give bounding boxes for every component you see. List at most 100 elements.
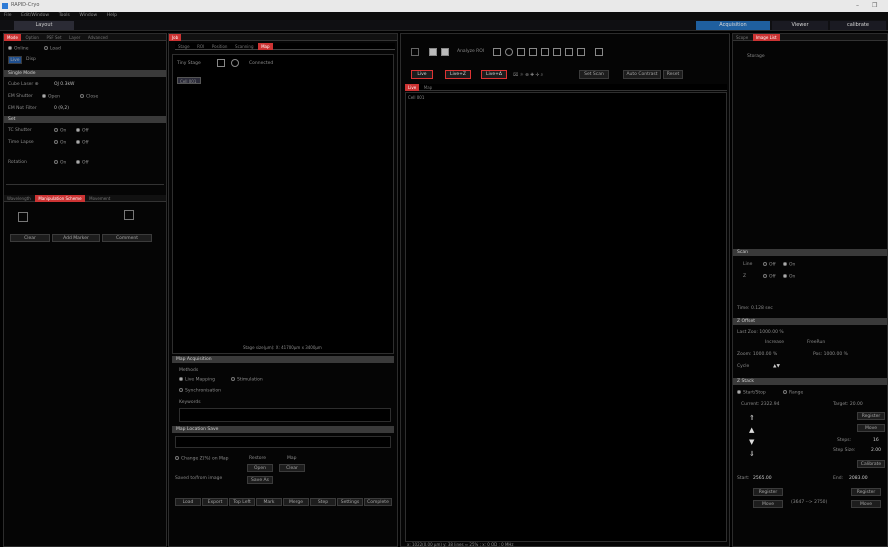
section-z-stack[interactable]: Z Stack — [733, 378, 887, 385]
export-button[interactable]: Export — [202, 498, 228, 506]
end-value[interactable]: 2083.00 — [849, 476, 868, 481]
section-map-acquisition[interactable]: Map Acquisition — [172, 356, 394, 363]
scan-line-off[interactable]: Off — [763, 262, 776, 268]
down-arrow-small-icon[interactable]: ▼ — [749, 438, 754, 446]
rot-off[interactable]: Off — [76, 160, 89, 166]
tab-layer[interactable]: Layer — [66, 34, 83, 41]
change-z-checkbox[interactable]: Change Z(%) on Map — [175, 456, 229, 462]
load-button[interactable]: Load — [175, 498, 201, 506]
start-value[interactable]: 2565.00 — [753, 476, 772, 481]
settings-button[interactable]: Settings — [337, 498, 363, 506]
tab-wavelength[interactable]: Wavelength — [4, 195, 34, 202]
em-radio-close[interactable]: Close — [80, 94, 98, 100]
register-end-button[interactable]: Register — [851, 488, 881, 496]
ellipse-tool-icon[interactable] — [505, 48, 513, 56]
tab-roi[interactable]: ROI — [194, 43, 207, 50]
tc-off[interactable]: Off — [76, 128, 89, 134]
rot-on[interactable]: On — [54, 160, 66, 166]
tl-off[interactable]: Off — [76, 140, 89, 146]
live-button[interactable]: Live — [8, 56, 22, 64]
step-button[interactable]: Step — [310, 498, 336, 506]
register-button[interactable]: Register — [857, 412, 885, 420]
scan-z-off[interactable]: Off — [763, 274, 776, 280]
tab-movement[interactable]: Movement — [86, 195, 113, 202]
em-radio-open[interactable]: Open — [42, 94, 60, 100]
live-delta-btn[interactable]: Live+Δ — [481, 70, 507, 79]
steps-value[interactable]: 16 — [873, 438, 879, 443]
export-icon[interactable] — [124, 210, 134, 220]
tab-position[interactable]: Position — [209, 43, 231, 50]
comment-button[interactable]: Comment — [102, 234, 152, 242]
field-value-cube-laser[interactable]: OJ 0.3kW — [54, 82, 75, 87]
cycle-spinner-icon[interactable]: ▲▼ — [773, 364, 780, 369]
list-head[interactable]: Cell 001 — [177, 77, 201, 84]
step-size-value[interactable]: 2.00 — [871, 448, 881, 453]
tab-layout[interactable]: Layout — [14, 21, 74, 30]
clear-map-button[interactable]: Clear — [279, 464, 305, 472]
refresh-icon[interactable] — [231, 59, 239, 67]
zoom-tool-icon[interactable] — [577, 48, 585, 56]
tab-stage[interactable]: Stage — [175, 43, 193, 50]
top-left-button[interactable]: Top Left — [229, 498, 255, 506]
folder-icon[interactable] — [217, 59, 225, 67]
save-as-button[interactable]: Save As — [247, 476, 273, 484]
calibrate-button[interactable]: Calibrate — [857, 460, 885, 468]
add-icon[interactable] — [18, 212, 28, 222]
location-field[interactable] — [175, 436, 391, 448]
reset-btn[interactable]: Reset — [663, 70, 683, 79]
live-btn[interactable]: Live — [411, 70, 433, 79]
tab-live-view[interactable]: Live — [405, 84, 420, 91]
mode-radio-online[interactable]: Online — [8, 46, 29, 52]
menu-tools[interactable]: Tools — [59, 13, 70, 18]
image-icon[interactable] — [441, 48, 449, 56]
minimize-button[interactable]: – — [856, 2, 859, 9]
tab-job[interactable]: Job — [169, 34, 182, 41]
pos-field[interactable]: Pos: 1000.00 % — [813, 352, 848, 357]
tab-mode[interactable]: Mode — [4, 34, 21, 41]
back-icon[interactable] — [411, 48, 419, 56]
down-arrow-icon[interactable]: ⇓ — [749, 450, 755, 458]
pointer-tool-icon[interactable] — [553, 48, 561, 56]
method-live-mapping[interactable]: Live Mapping — [179, 377, 215, 383]
move-button[interactable]: Move — [857, 424, 885, 432]
grid-icon[interactable] — [429, 48, 437, 56]
mode-range[interactable]: Range — [783, 390, 803, 396]
tab-acquisition[interactable]: Acquisition — [696, 21, 770, 30]
tl-on[interactable]: On — [54, 140, 66, 146]
tab-advanced[interactable]: Advanced — [85, 34, 111, 41]
section-set[interactable]: Set — [4, 116, 166, 123]
move-start-button[interactable]: Move — [753, 500, 783, 508]
map-view[interactable]: Tiny Stage Connected Cell 001 Stage size… — [172, 54, 394, 354]
up-arrow-icon[interactable]: ⇑ — [749, 414, 755, 422]
freehand-tool-icon[interactable] — [529, 48, 537, 56]
add-marker-button[interactable]: Add Marker — [52, 234, 100, 242]
move-end-button[interactable]: Move — [851, 500, 881, 508]
restore-button[interactable]: ❐ — [872, 2, 877, 9]
rect-tool-icon[interactable] — [493, 48, 501, 56]
save-icon[interactable] — [595, 48, 603, 56]
tab-option[interactable]: Option — [23, 34, 42, 41]
tab-psf-set[interactable]: PSF Set — [43, 34, 64, 41]
live-z-btn[interactable]: Live+Z — [445, 70, 471, 79]
scan-line-on[interactable]: On — [783, 262, 795, 268]
keywords-input[interactable] — [179, 408, 391, 422]
tc-on[interactable]: On — [54, 128, 66, 134]
menu-help[interactable]: Help — [107, 13, 117, 18]
tab-scanning[interactable]: Scanning — [232, 43, 256, 50]
tab-image-list[interactable]: Image List — [752, 34, 780, 41]
image-canvas[interactable]: Cell 001 — [405, 92, 727, 542]
method-stimulation[interactable]: Stimulation — [231, 377, 263, 383]
merge-button[interactable]: Merge — [283, 498, 309, 506]
tab-viewer[interactable]: Viewer — [772, 21, 828, 30]
open-button[interactable]: Open — [247, 464, 273, 472]
tab-scope[interactable]: Scope — [733, 34, 751, 41]
scan-z-on[interactable]: On — [783, 274, 795, 280]
auto-contrast-btn[interactable]: Auto Contrast — [623, 70, 661, 79]
tab-map-view[interactable]: Map — [421, 84, 435, 91]
up-arrow-small-icon[interactable]: ▲ — [749, 426, 754, 434]
set-scan-btn[interactable]: Set Scan — [579, 70, 609, 79]
menu-edit[interactable]: Edit/Window — [21, 13, 49, 18]
tab-manipulation-scheme[interactable]: Manipulation Scheme — [35, 195, 85, 202]
complete-button[interactable]: Complete — [364, 498, 392, 506]
polygon-tool-icon[interactable] — [517, 48, 525, 56]
